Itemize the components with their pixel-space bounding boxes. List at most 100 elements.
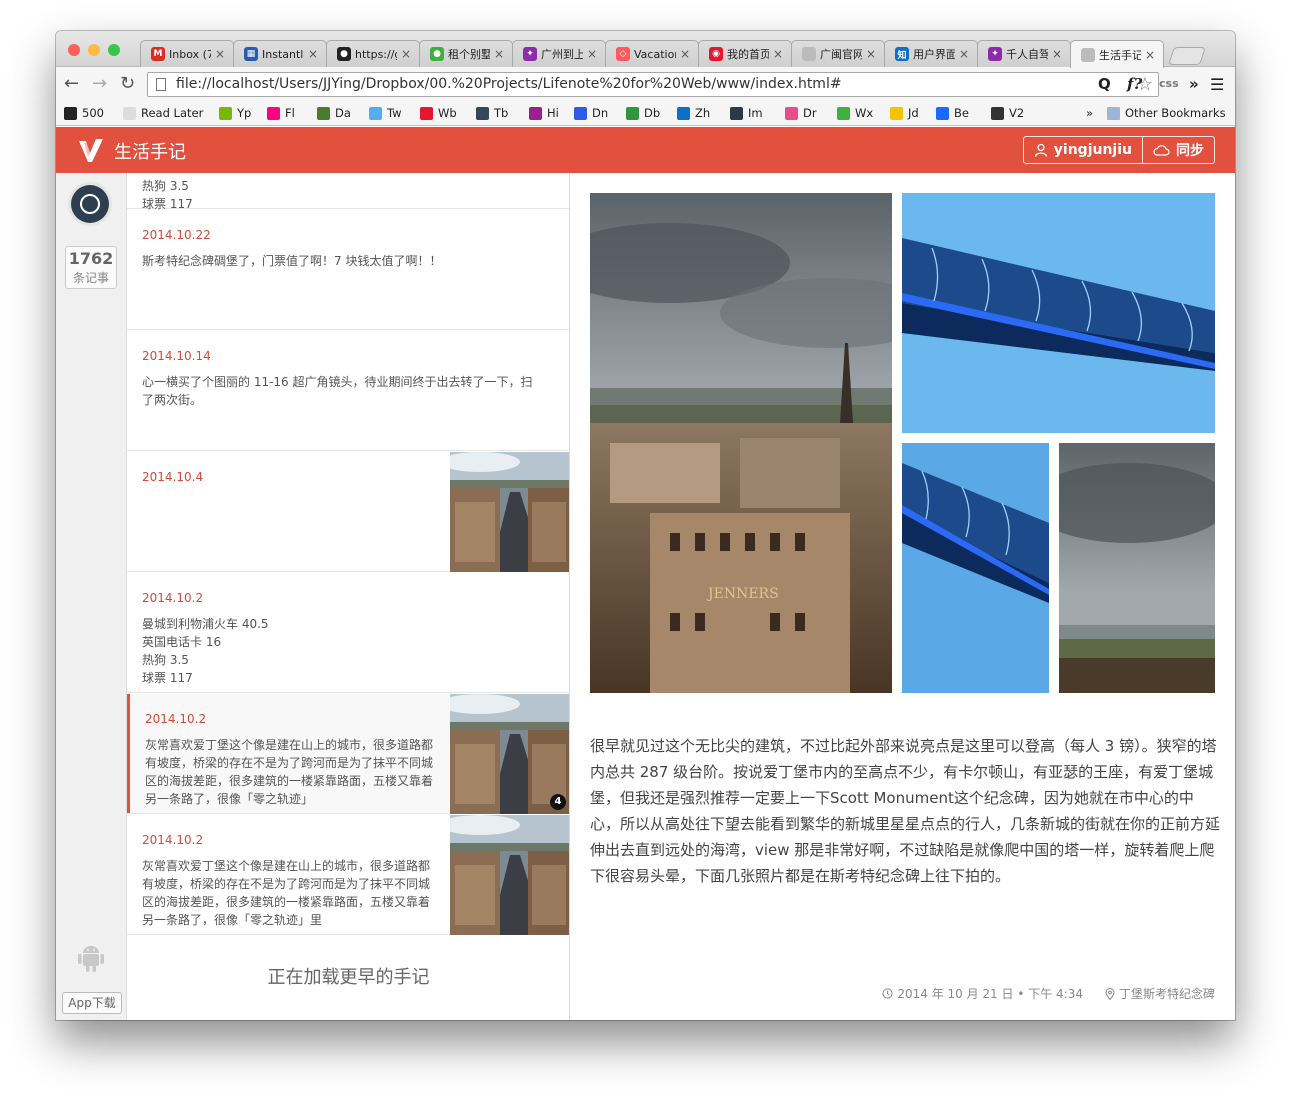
bookmark-item[interactable]: Dr <box>785 106 817 120</box>
bookmark-item[interactable]: Jd <box>890 106 919 120</box>
folder-icon <box>1107 106 1120 120</box>
menu-icon[interactable]: ☰ <box>1210 75 1224 94</box>
browser-tab[interactable]: ● 租个别墅 × <box>419 40 513 67</box>
photo-city-view[interactable]: JENNERS <box>590 193 892 693</box>
tab-close-icon[interactable]: × <box>959 47 969 61</box>
forward-arrow-icon[interactable]: → <box>92 74 107 94</box>
browser-tab[interactable]: ✦ 广州到上 × <box>512 40 606 67</box>
browser-tab[interactable]: ▦ Instantly × <box>233 40 327 67</box>
bookmark-item[interactable]: V2 <box>991 106 1024 120</box>
back-arrow-icon[interactable]: ← <box>64 74 79 94</box>
note-location[interactable]: 丁堡斯考特纪念碑 <box>1105 985 1215 1002</box>
bookmark-item[interactable]: Be <box>936 106 969 120</box>
browser-toolbar: ← → ↻ file://localhost/Users/JJYing/Drop… <box>56 67 1235 101</box>
note-thumbnail[interactable] <box>450 452 569 572</box>
tab-close-icon[interactable]: × <box>587 47 597 61</box>
address-bar[interactable]: file://localhost/Users/JJYing/Dropbox/00… <box>147 72 1159 97</box>
bookmark-item[interactable]: Tw <box>369 106 402 120</box>
loading-more: 正在加载更早的手记 <box>267 967 430 988</box>
browser-tab[interactable]: ◉ 我的首页 × <box>698 40 792 67</box>
extension-fonts-icon[interactable]: f? <box>1127 75 1142 93</box>
browser-tab[interactable]: ◇ Vacation × <box>605 40 699 67</box>
extension-q-icon[interactable]: Q <box>1098 75 1111 93</box>
extensions-more-icon[interactable]: » <box>1189 75 1199 93</box>
tab-close-icon[interactable]: × <box>308 47 318 61</box>
tab-close-icon[interactable]: × <box>680 47 690 61</box>
note-date: 2014.10.22 <box>142 228 211 242</box>
tab-close-icon[interactable]: × <box>1052 47 1062 61</box>
bookmark-item[interactable]: Im <box>730 106 763 120</box>
dribbble-icon <box>785 106 798 120</box>
tab-close-icon[interactable]: × <box>401 47 411 61</box>
tab-close-icon[interactable]: × <box>866 47 876 61</box>
app-brand[interactable]: 生活手记 <box>114 138 186 164</box>
da-icon <box>317 106 330 120</box>
note-list-item[interactable]: 2014.10.14 心一横买了个图丽的 11-16 超广角镜头，待业期间终于出去… <box>127 331 569 451</box>
tab-close-icon[interactable]: × <box>773 47 783 61</box>
note-location-text: 丁堡斯考特纪念碑 <box>1118 987 1215 1001</box>
bookmark-item[interactable]: Read Later <box>123 106 203 120</box>
bookmark-item[interactable]: Wx <box>837 106 873 120</box>
bookmark-label: Da <box>335 106 351 120</box>
android-icon[interactable] <box>76 941 106 973</box>
bookmark-label: 500 <box>82 106 104 120</box>
other-bookmarks-label: Other Bookmarks <box>1125 106 1226 120</box>
photo-skyline[interactable] <box>1059 443 1215 693</box>
new-tab-button[interactable] <box>1168 47 1206 65</box>
browser-tab[interactable]: 知用户界面 × <box>884 40 978 67</box>
bookmark-item[interactable]: Fl <box>267 106 295 120</box>
extension-css-icon[interactable]: css <box>1159 77 1179 90</box>
browser-tab[interactable]: 生活手记 × <box>1070 40 1164 68</box>
reload-icon[interactable]: ↻ <box>120 74 135 94</box>
bookmark-item[interactable]: Tb <box>476 106 508 120</box>
night-mode-icon[interactable] <box>71 185 109 223</box>
tab-close-icon[interactable]: × <box>215 47 225 61</box>
note-list-item[interactable]: 2014.10.2 灰常喜欢爱丁堡这个像是建在山上的城市，很多道路都有坡度，桥梁的… <box>127 815 569 935</box>
browser-tab[interactable]: ● https://g × <box>326 40 420 67</box>
note-excerpt: 曼城到利物浦火车 40.5 英国电话卡 16 热狗 3.5 球票 117 <box>142 617 269 685</box>
page-icon <box>156 78 166 91</box>
bookmark-item[interactable]: 500 <box>64 106 104 120</box>
note-list-item[interactable]: 2014.10.4 <box>127 452 569 572</box>
close-window-button[interactable] <box>68 44 80 56</box>
other-bookmarks[interactable]: Other Bookmarks <box>1107 106 1226 120</box>
username: yingjunjiu <box>1053 142 1132 158</box>
bookmark-label: Hi <box>547 106 559 120</box>
bookmark-label: Im <box>748 106 763 120</box>
browser-tab[interactable]: 广闽官网 × <box>791 40 885 67</box>
photo-bridge-narrow[interactable] <box>902 443 1049 693</box>
note-list-item[interactable]: 热狗 3.5 球票 117 <box>127 173 569 211</box>
note-count-label: 条记事 <box>72 271 109 285</box>
bookmark-item[interactable]: Wb <box>420 106 457 120</box>
browser-tab[interactable]: M Inbox (7 × <box>140 40 234 67</box>
zoom-window-button[interactable] <box>108 44 120 56</box>
tab-title: 广闽官网 <box>820 48 862 61</box>
bookmark-item[interactable]: Db <box>626 106 660 120</box>
photo-bridge-wide[interactable] <box>902 193 1215 433</box>
minimize-window-button[interactable] <box>88 44 100 56</box>
bookmark-item[interactable]: Yp <box>219 106 251 120</box>
bookmark-item[interactable]: Zh <box>677 106 710 120</box>
photo-count-badge: 4 <box>550 794 566 810</box>
browser-tab[interactable]: ✦ 千人自驾 × <box>977 40 1071 67</box>
note-time-text: 2014 年 10 月 21 日 • 下午 4:34 <box>897 987 1083 1001</box>
bookmarks-overflow[interactable]: » <box>1086 106 1093 120</box>
sync-button[interactable]: 同步 <box>1142 137 1214 163</box>
tab-close-icon[interactable]: × <box>1145 48 1155 62</box>
note-thumbnail[interactable]: 4 <box>450 694 569 814</box>
note-excerpt: 灰常喜欢爱丁堡这个像是建在山上的城市，很多道路都有坡度，桥梁的存在不是为了跨河而… <box>145 738 434 806</box>
bookmark-item[interactable]: Da <box>317 106 351 120</box>
tab-close-icon[interactable]: × <box>494 47 504 61</box>
bookmark-label: Tb <box>494 106 509 120</box>
note-thumbnail[interactable] <box>450 815 569 935</box>
note-list-item[interactable]: 2014.10.2 曼城到利物浦火车 40.5 英国电话卡 16 热狗 3.5 球… <box>127 573 569 693</box>
bookmark-item[interactable]: Dn <box>574 106 608 120</box>
user-button[interactable]: yingjunjiu <box>1024 137 1142 163</box>
twitter-icon <box>369 106 382 120</box>
app-download-button[interactable]: App下载 <box>62 992 122 1014</box>
tab-title: Vacation <box>634 47 676 61</box>
note-list-item[interactable]: 2014.10.2 灰常喜欢爱丁堡这个像是建在山上的城市，很多道路都有坡度，桥梁的… <box>127 694 569 814</box>
note-list-item[interactable]: 2014.10.22 斯考特纪念碑碉堡了，门票值了啊！7 块钱太值了啊！！ <box>127 210 569 330</box>
bookmark-item[interactable]: Hi <box>529 106 559 120</box>
tab-title: Instantly <box>262 47 304 61</box>
